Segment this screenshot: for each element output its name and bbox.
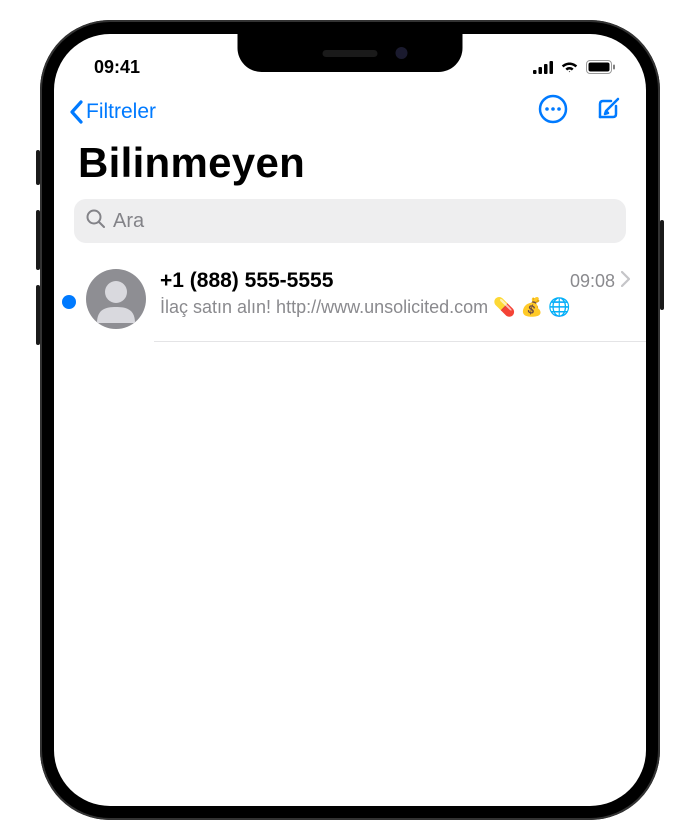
front-camera xyxy=(396,47,408,59)
more-button[interactable] xyxy=(538,94,568,129)
volume-up-button xyxy=(36,210,40,270)
search-bar[interactable] xyxy=(74,199,626,243)
status-indicators xyxy=(533,60,616,74)
message-content: +1 (888) 555-5555 09:08 İlaç satın alın!… xyxy=(152,269,630,319)
message-row[interactable]: +1 (888) 555-5555 09:08 İlaç satın alın!… xyxy=(54,257,646,341)
back-button[interactable]: Filtreler xyxy=(68,100,156,124)
mute-switch xyxy=(36,150,40,185)
speaker xyxy=(323,50,378,57)
search-icon xyxy=(86,209,105,233)
wifi-icon xyxy=(560,60,579,74)
avatar xyxy=(86,269,146,329)
nav-bar: Filtreler xyxy=(54,84,646,135)
notch xyxy=(238,34,463,72)
cellular-signal-icon xyxy=(533,61,553,74)
phone-frame: 09:41 Filtreler xyxy=(40,20,660,820)
nav-actions xyxy=(538,94,622,129)
status-time: 09:41 xyxy=(94,57,140,78)
chevron-left-icon xyxy=(68,100,84,124)
unread-indicator xyxy=(62,295,76,309)
volume-down-button xyxy=(36,285,40,345)
message-time: 09:08 xyxy=(570,271,615,292)
message-header: +1 (888) 555-5555 09:08 xyxy=(160,269,630,293)
back-label: Filtreler xyxy=(86,100,156,124)
message-sender: +1 (888) 555-5555 xyxy=(160,269,333,293)
message-meta: 09:08 xyxy=(570,271,630,292)
chevron-right-icon xyxy=(621,271,630,292)
screen: 09:41 Filtreler xyxy=(54,34,646,806)
row-divider xyxy=(154,341,646,342)
battery-icon xyxy=(586,60,616,74)
compose-button[interactable] xyxy=(594,95,622,128)
search-input[interactable] xyxy=(113,210,614,233)
message-preview: İlaç satın alın! http://www.unsolicited.… xyxy=(160,295,630,319)
power-button xyxy=(660,220,664,310)
page-title: Bilinmeyen xyxy=(54,135,646,199)
